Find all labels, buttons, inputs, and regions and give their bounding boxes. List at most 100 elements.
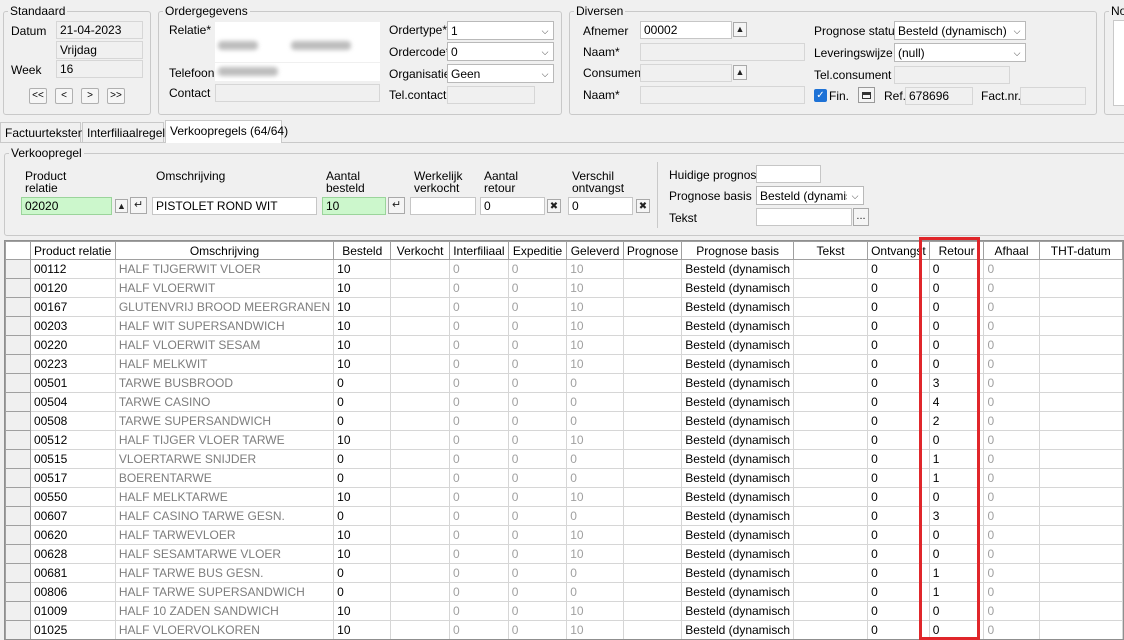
table-row[interactable]: 00501 TARWE BUSBROOD 0 0 0 0 Besteld (dynamisc… <box>5 373 1123 393</box>
cell-afhaal[interactable]: 0 <box>983 468 1040 488</box>
retour-clear-button[interactable]: ✖ <box>547 199 561 213</box>
cell-tht-datum[interactable] <box>1038 620 1123 639</box>
cell-tht-datum[interactable] <box>1038 601 1123 621</box>
tab-interfiliaalregels[interactable]: Interfiliaalregels <box>82 122 171 142</box>
cell-afhaal[interactable]: 0 <box>983 487 1040 507</box>
cell-tekst[interactable] <box>793 582 869 602</box>
cell-expeditie[interactable]: 0 <box>507 354 568 374</box>
cell-omschrijving[interactable]: GLUTENVRIJ BROOD MEERGRANEN <box>114 297 335 317</box>
cell-afhaal[interactable]: 0 <box>983 278 1040 298</box>
cell-omschrijving[interactable]: HALF TIJGERWIT VLOER <box>114 259 335 279</box>
cell-interfiliaal[interactable]: 0 <box>448 259 509 279</box>
cell-prognose-basis[interactable]: Besteld (dynamisch <box>681 316 795 336</box>
naam2-field[interactable] <box>640 86 805 104</box>
cell-afhaal[interactable]: 0 <box>983 525 1040 545</box>
cell-geleverd[interactable]: 10 <box>566 297 624 317</box>
cell-besteld[interactable]: 0 <box>333 468 392 488</box>
cell-omschrijving[interactable]: TARWE CASINO <box>114 392 335 412</box>
row-selector[interactable] <box>5 487 31 507</box>
telcontact-field[interactable] <box>447 86 535 104</box>
cell-omschrijving[interactable]: HALF MELKWIT <box>114 354 335 374</box>
cell-expeditie[interactable]: 0 <box>507 620 568 639</box>
cell-expeditie[interactable]: 0 <box>507 449 568 469</box>
omschrijving-field[interactable]: PISTOLET ROND WIT <box>152 197 317 215</box>
cell-tekst[interactable] <box>793 487 869 507</box>
cell-ontvangst[interactable]: 0 <box>867 544 930 564</box>
cell-retour[interactable]: 0 <box>928 316 985 336</box>
col-header-tht-datum[interactable]: THT-datum <box>1038 241 1123 260</box>
cell-verkocht[interactable] <box>390 278 450 298</box>
cell-verkocht[interactable] <box>390 601 450 621</box>
cell-tekst[interactable] <box>793 544 869 564</box>
cell-interfiliaal[interactable]: 0 <box>448 563 509 583</box>
cell-product-relatie[interactable]: 00223 <box>29 354 116 374</box>
fin-checkbox[interactable]: ✓ <box>814 89 827 102</box>
cell-retour[interactable]: 1 <box>928 582 985 602</box>
cell-retour[interactable]: 0 <box>928 430 985 450</box>
cell-ontvangst[interactable]: 0 <box>867 354 930 374</box>
cell-verkocht[interactable] <box>390 259 450 279</box>
cell-prognose-basis[interactable]: Besteld (dynamisch <box>681 259 795 279</box>
cell-geleverd[interactable]: 0 <box>566 449 624 469</box>
cell-prognose[interactable] <box>622 278 683 298</box>
cell-interfiliaal[interactable]: 0 <box>448 601 509 621</box>
table-row[interactable]: 01025 HALF VLOERVOLKOREN 10 0 0 10 Besteld (dy… <box>5 620 1123 639</box>
cell-interfiliaal[interactable]: 0 <box>448 449 509 469</box>
row-selector[interactable] <box>5 563 31 583</box>
cell-expeditie[interactable]: 0 <box>507 278 568 298</box>
cell-afhaal[interactable]: 0 <box>983 259 1040 279</box>
col-header-afhaal[interactable]: Afhaal <box>983 241 1040 260</box>
cell-retour[interactable]: 2 <box>928 411 985 431</box>
cell-interfiliaal[interactable]: 0 <box>448 392 509 412</box>
cell-expeditie[interactable]: 0 <box>507 335 568 355</box>
cell-geleverd[interactable]: 0 <box>566 411 624 431</box>
cell-tht-datum[interactable] <box>1038 335 1123 355</box>
telefoon-field[interactable] <box>215 63 380 81</box>
cell-prognose[interactable] <box>622 449 683 469</box>
cell-geleverd[interactable]: 0 <box>566 582 624 602</box>
row-selector[interactable] <box>5 582 31 602</box>
aantal-besteld-field[interactable]: 10 <box>322 197 386 215</box>
cell-product-relatie[interactable]: 00806 <box>29 582 116 602</box>
col-header-prognose[interactable]: Prognose <box>622 241 683 260</box>
cell-expeditie[interactable]: 0 <box>507 373 568 393</box>
cell-besteld[interactable]: 10 <box>333 316 392 336</box>
cell-geleverd[interactable]: 10 <box>566 354 624 374</box>
cell-omschrijving[interactable]: HALF CASINO TARWE GESN. <box>114 506 335 526</box>
cell-prognose[interactable] <box>622 392 683 412</box>
cell-product-relatie[interactable]: 01009 <box>29 601 116 621</box>
cell-ontvangst[interactable]: 0 <box>867 620 930 639</box>
prognose-basis-select[interactable]: Besteld (dynamisc ⌵ <box>756 186 864 205</box>
cell-afhaal[interactable]: 0 <box>983 335 1040 355</box>
cell-retour[interactable]: 0 <box>928 278 985 298</box>
cell-product-relatie[interactable]: 00515 <box>29 449 116 469</box>
cell-prognose-basis[interactable]: Besteld (dynamisch <box>681 563 795 583</box>
cell-omschrijving[interactable]: HALF TARWE SUPERSANDWICH <box>114 582 335 602</box>
cell-verkocht[interactable] <box>390 411 450 431</box>
cell-besteld[interactable]: 0 <box>333 506 392 526</box>
last-button[interactable]: >> <box>107 88 125 104</box>
row-selector[interactable] <box>5 259 31 279</box>
cell-expeditie[interactable]: 0 <box>507 563 568 583</box>
table-row[interactable]: 00515 VLOERTARWE SNIJDER 0 0 0 0 Besteld (dyna… <box>5 449 1123 469</box>
cell-ontvangst[interactable]: 0 <box>867 449 930 469</box>
cell-afhaal[interactable]: 0 <box>983 354 1040 374</box>
cell-expeditie[interactable]: 0 <box>507 582 568 602</box>
cell-ontvangst[interactable]: 0 <box>867 601 930 621</box>
cell-tekst[interactable] <box>793 430 869 450</box>
cell-besteld[interactable]: 0 <box>333 411 392 431</box>
cell-verkocht[interactable] <box>390 335 450 355</box>
cell-besteld[interactable]: 10 <box>333 525 392 545</box>
row-selector[interactable] <box>5 525 31 545</box>
cell-expeditie[interactable]: 0 <box>507 430 568 450</box>
cell-geleverd[interactable]: 10 <box>566 544 624 564</box>
cell-ontvangst[interactable]: 0 <box>867 563 930 583</box>
cell-product-relatie[interactable]: 00504 <box>29 392 116 412</box>
cell-prognose-basis[interactable]: Besteld (dynamisch <box>681 487 795 507</box>
cell-prognose[interactable] <box>622 620 683 639</box>
cell-besteld[interactable]: 10 <box>333 278 392 298</box>
cell-ontvangst[interactable]: 0 <box>867 411 930 431</box>
cell-product-relatie[interactable]: 00220 <box>29 335 116 355</box>
verschil-clear-button[interactable]: ✖ <box>636 199 650 213</box>
table-row[interactable]: 00508 TARWE SUPERSANDWICH 0 0 0 0 Besteld (dyn… <box>5 411 1123 431</box>
